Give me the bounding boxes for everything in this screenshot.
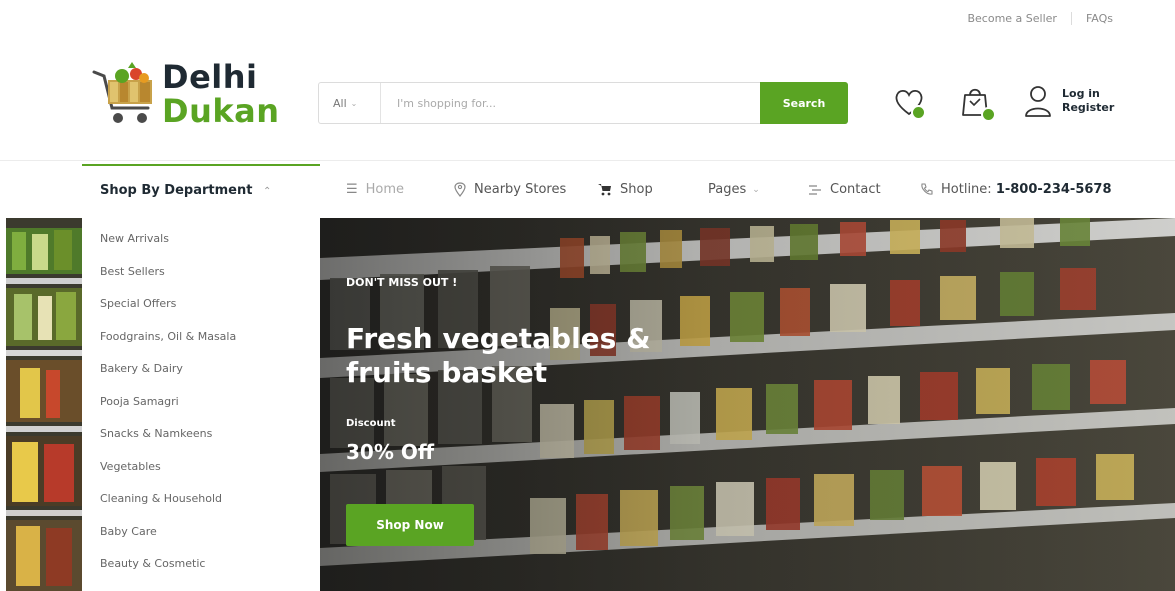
logo-line-2: Dukan [162, 92, 280, 130]
logo-line-1: Delhi [162, 58, 258, 96]
department-item[interactable]: Special Offers [82, 297, 320, 330]
department-item[interactable]: Bakery & Dairy [82, 362, 320, 395]
search-button[interactable]: Search [760, 82, 848, 124]
login-link[interactable]: Log in [1062, 87, 1114, 101]
hotline-label: Hotline: [941, 182, 992, 197]
wishlist-button[interactable] [892, 84, 928, 120]
user-icon [1025, 86, 1051, 117]
department-menu: New Arrivals Best Sellers Special Offers… [82, 218, 320, 591]
become-seller-link[interactable]: Become a Seller [967, 12, 1056, 25]
account-text: Log in Register [1062, 87, 1114, 115]
category-select[interactable]: All ⌄ [319, 83, 381, 123]
category-value: All [333, 96, 347, 110]
phone-icon [921, 183, 933, 195]
logo-text: Delhi Dukan [162, 61, 280, 127]
account-link[interactable]: Log in Register [1024, 84, 1114, 118]
shop-by-department-button[interactable]: Shop By Department ⌃ [100, 183, 271, 198]
hotline-number: 1-800-234-5678 [995, 182, 1112, 197]
nav-pages-label: Pages [708, 182, 747, 197]
department-item[interactable]: Best Sellers [82, 265, 320, 298]
department-item[interactable]: Vegetables [82, 460, 320, 493]
nav-home[interactable]: ☰ Home [346, 182, 404, 197]
nav-shop-label: Shop [620, 182, 653, 197]
department-label: Shop By Department [100, 183, 253, 198]
register-link[interactable]: Register [1062, 101, 1114, 115]
department-item[interactable]: Baby Care [82, 525, 320, 558]
hero-title: Fresh vegetables & fruits basket [346, 322, 651, 389]
side-product-image [6, 218, 82, 591]
shelf-image [6, 218, 82, 591]
hero-banner: DON'T MISS OUT ! Fresh vegetables & frui… [320, 218, 1175, 591]
top-links: Become a Seller FAQs [967, 12, 1113, 25]
chevron-down-icon: ⌄ [752, 184, 760, 195]
search-bar: All ⌄ Search [318, 82, 848, 124]
cart-button[interactable] [958, 84, 996, 122]
chevron-up-icon: ⌃ [262, 186, 272, 197]
department-item[interactable]: Pooja Samagri [82, 395, 320, 428]
nav-pages[interactable]: Pages ⌄ [708, 182, 760, 197]
cart-logo-icon [92, 62, 152, 123]
shop-now-button[interactable]: Shop Now [346, 504, 474, 546]
cart-badge [981, 107, 996, 122]
nav-shop[interactable]: Shop [598, 182, 653, 197]
nav-contact-label: Contact [830, 182, 881, 197]
hotline[interactable]: Hotline: 1-800-234-5678 [920, 182, 1112, 197]
department-item[interactable]: Beauty & Cosmetic [82, 557, 320, 590]
wishlist-badge [911, 105, 926, 120]
nav-nearby-label: Nearby Stores [474, 182, 567, 197]
hero-tagline: DON'T MISS OUT ! [346, 276, 458, 289]
search-input[interactable] [381, 83, 760, 123]
chevron-down-icon: ⌄ [350, 98, 358, 108]
cart-icon [598, 184, 611, 196]
discount-value: 30% Off [346, 440, 435, 464]
nav-nearby-stores[interactable]: Nearby Stores [454, 182, 566, 197]
site-logo[interactable]: Delhi Dukan [92, 48, 292, 140]
nav-contact[interactable]: Contact [808, 182, 881, 197]
location-pin-icon [454, 182, 466, 197]
department-item[interactable]: Snacks & Namkeens [82, 427, 320, 460]
nav-home-label: Home [365, 182, 405, 197]
contact-icon [809, 184, 821, 195]
divider [1070, 12, 1072, 25]
department-item[interactable]: New Arrivals [82, 232, 320, 265]
department-item[interactable]: Foodgrains, Oil & Masala [82, 330, 320, 363]
discount-label: Discount [346, 418, 396, 429]
main-nav: Shop By Department ⌃ ☰ Home Nearby Store… [0, 166, 1175, 218]
menu-icon: ☰ [346, 182, 358, 197]
department-item[interactable]: Cleaning & Household [82, 492, 320, 525]
top-bar: Become a Seller FAQs [0, 0, 1175, 38]
header-divider [0, 160, 1175, 161]
faqs-link[interactable]: FAQs [1086, 12, 1113, 25]
